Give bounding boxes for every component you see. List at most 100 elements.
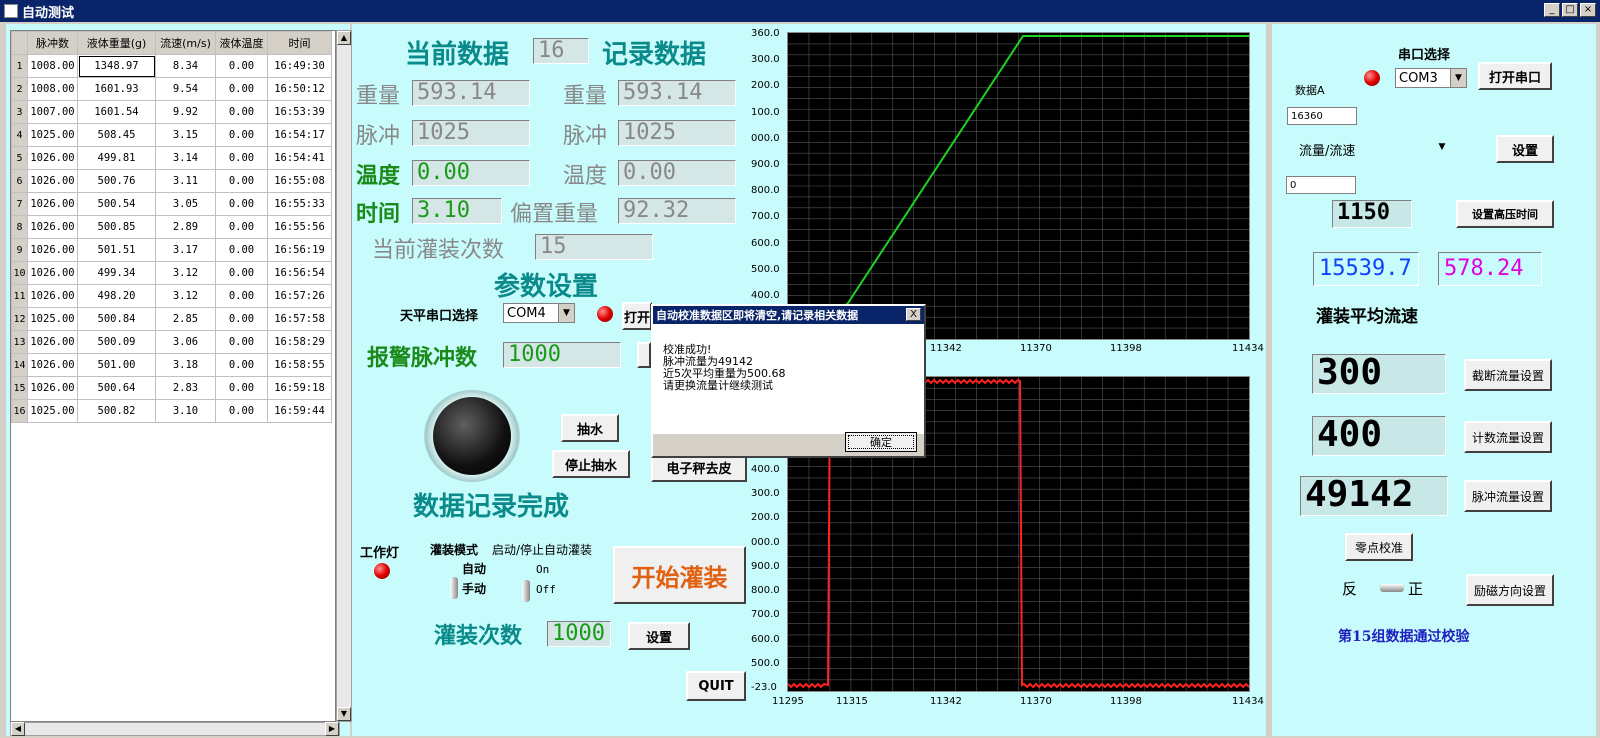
alarm-set-button[interactable] bbox=[637, 342, 651, 368]
table-cell[interactable]: 0.00 bbox=[215, 100, 268, 124]
dropdown-arrow-icon[interactable]: ▼ bbox=[558, 304, 574, 322]
table-row[interactable]: 8 1026.00 500.85 2.89 0.00 16:55:56 bbox=[11, 215, 332, 239]
table-cell[interactable]: 500.82 bbox=[77, 399, 156, 423]
scroll-right-icon[interactable]: ▶ bbox=[325, 722, 339, 736]
table-cell[interactable]: 500.64 bbox=[77, 376, 156, 400]
table-cell[interactable]: 16:54:17 bbox=[267, 123, 332, 147]
table-cell[interactable]: 0.00 bbox=[215, 169, 268, 193]
table-cell[interactable]: 0.00 bbox=[215, 353, 268, 377]
table-cell[interactable]: 3.12 bbox=[155, 261, 216, 285]
table-cell[interactable]: 1026.00 bbox=[27, 353, 78, 377]
column-header[interactable]: 液体温度 bbox=[215, 31, 268, 55]
table-cell[interactable]: 0.00 bbox=[215, 399, 268, 423]
table-cell[interactable]: 1026.00 bbox=[27, 330, 78, 354]
table-cell[interactable]: 2.89 bbox=[155, 215, 216, 239]
table-row[interactable]: 13 1026.00 500.09 3.06 0.00 16:58:29 bbox=[11, 330, 332, 354]
table-cell[interactable]: 500.76 bbox=[77, 169, 156, 193]
table-cell[interactable]: 0.00 bbox=[215, 192, 268, 216]
table-cell[interactable]: 500.54 bbox=[77, 192, 156, 216]
flow-mode-select[interactable]: 流量/流速 ▼ bbox=[1296, 138, 1450, 160]
table-cell[interactable]: 16:56:19 bbox=[267, 238, 332, 262]
table-cell[interactable]: 3.17 bbox=[155, 238, 216, 262]
open-serial-button[interactable]: 打开串口 bbox=[1478, 62, 1552, 90]
table-cell[interactable]: 16:50:12 bbox=[267, 77, 332, 101]
table-cell[interactable]: 0.00 bbox=[215, 238, 268, 262]
table-cell[interactable]: 1026.00 bbox=[27, 376, 78, 400]
scale-port-select[interactable]: COM4 ▼ bbox=[503, 303, 575, 323]
table-cell[interactable]: 16:58:55 bbox=[267, 353, 332, 377]
table-cell[interactable]: 16:55:33 bbox=[267, 192, 332, 216]
pulse-flow-button[interactable]: 脉冲流量设置 bbox=[1464, 480, 1552, 512]
table-cell[interactable]: 16:49:30 bbox=[267, 54, 332, 78]
table-cell[interactable]: 0.00 bbox=[215, 123, 268, 147]
column-header[interactable]: 流速(m/s) bbox=[155, 31, 216, 55]
table-cell[interactable]: 3.06 bbox=[155, 330, 216, 354]
table-cell[interactable]: 3.12 bbox=[155, 284, 216, 308]
cutoff-flow-button[interactable]: 截断流量设置 bbox=[1464, 359, 1552, 391]
scroll-up-icon[interactable]: ▲ bbox=[337, 31, 351, 45]
dropdown-arrow-icon[interactable]: ▼ bbox=[1434, 138, 1450, 160]
table-cell[interactable]: 8.34 bbox=[155, 54, 216, 78]
table-cell[interactable]: 1025.00 bbox=[27, 307, 78, 331]
minimize-button[interactable]: _ bbox=[1544, 3, 1560, 17]
table-cell[interactable]: 0.00 bbox=[215, 77, 268, 101]
table-row[interactable]: 7 1026.00 500.54 3.05 0.00 16:55:33 bbox=[11, 192, 332, 216]
scroll-down-icon[interactable]: ▼ bbox=[337, 707, 351, 721]
table-cell[interactable]: 501.51 bbox=[77, 238, 156, 262]
table-cell[interactable]: 2.83 bbox=[155, 376, 216, 400]
maximize-button[interactable]: □ bbox=[1562, 3, 1578, 17]
table-cell[interactable]: 500.09 bbox=[77, 330, 156, 354]
table-cell[interactable]: 0.00 bbox=[215, 146, 268, 170]
table-row[interactable]: 2 1008.00 1601.93 9.54 0.00 16:50:12 bbox=[11, 77, 332, 101]
table-cell[interactable]: 16:54:41 bbox=[267, 146, 332, 170]
table-cell[interactable]: 2.85 bbox=[155, 307, 216, 331]
table-cell[interactable]: 1026.00 bbox=[27, 284, 78, 308]
table-vertical-scrollbar[interactable]: ▲ ▼ bbox=[336, 30, 352, 722]
table-row[interactable]: 14 1026.00 501.00 3.18 0.00 16:58:55 bbox=[11, 353, 332, 377]
table-cell[interactable]: 1026.00 bbox=[27, 238, 78, 262]
table-cell[interactable]: 1026.00 bbox=[27, 146, 78, 170]
count-flow-button[interactable]: 计数流量设置 bbox=[1464, 421, 1552, 453]
table-cell[interactable]: 498.20 bbox=[77, 284, 156, 308]
dialog-close-button[interactable]: X bbox=[906, 308, 921, 321]
column-header[interactable]: 脉冲数 bbox=[27, 31, 78, 55]
table-cell[interactable]: 16:59:44 bbox=[267, 399, 332, 423]
table-cell[interactable]: 0.00 bbox=[215, 261, 268, 285]
column-header[interactable]: 液体重量(g) bbox=[77, 31, 156, 55]
table-cell[interactable]: 500.84 bbox=[77, 307, 156, 331]
auto-fill-toggle[interactable] bbox=[522, 580, 530, 602]
table-cell[interactable]: 0.00 bbox=[215, 284, 268, 308]
excitation-direction-button[interactable]: 励磁方向设置 bbox=[1466, 574, 1554, 606]
table-row[interactable]: 5 1026.00 499.81 3.14 0.00 16:54:41 bbox=[11, 146, 332, 170]
table-cell[interactable]: 500.85 bbox=[77, 215, 156, 239]
table-row[interactable]: 6 1026.00 500.76 3.11 0.00 16:55:08 bbox=[11, 169, 332, 193]
table-cell[interactable]: 16:57:26 bbox=[267, 284, 332, 308]
table-cell[interactable]: 0.00 bbox=[215, 215, 268, 239]
table-row[interactable]: 1 1008.00 1348.97 8.34 0.00 16:49:30 bbox=[11, 54, 332, 78]
table-cell[interactable]: 16:55:56 bbox=[267, 215, 332, 239]
table-cell[interactable]: 0.00 bbox=[215, 376, 268, 400]
data-a-input[interactable]: 16360 bbox=[1287, 107, 1357, 125]
scroll-left-icon[interactable]: ◀ bbox=[11, 722, 25, 736]
table-row[interactable]: 16 1025.00 500.82 3.10 0.00 16:59:44 bbox=[11, 399, 332, 423]
table-cell[interactable]: 16:56:54 bbox=[267, 261, 332, 285]
dropdown-arrow-icon[interactable]: ▼ bbox=[1450, 69, 1466, 87]
close-button[interactable]: × bbox=[1580, 3, 1596, 17]
table-horizontal-scrollbar[interactable]: ◀ ▶ bbox=[10, 722, 340, 736]
table-row[interactable]: 15 1026.00 500.64 2.83 0.00 16:59:18 bbox=[11, 376, 332, 400]
start-fill-button[interactable]: 开始灌装 bbox=[613, 546, 746, 604]
table-cell[interactable]: 501.00 bbox=[77, 353, 156, 377]
table-cell[interactable]: 1008.00 bbox=[27, 77, 78, 101]
table-cell[interactable]: 1007.00 bbox=[27, 100, 78, 124]
zero-calibrate-button[interactable]: 零点校准 bbox=[1345, 533, 1413, 561]
table-cell[interactable]: 1348.97 bbox=[77, 54, 156, 78]
table-cell[interactable]: 1025.00 bbox=[27, 123, 78, 147]
table-row[interactable]: 11 1026.00 498.20 3.12 0.00 16:57:26 bbox=[11, 284, 332, 308]
set-high-pressure-time-button[interactable]: 设置高压时间 bbox=[1456, 200, 1554, 228]
quit-button[interactable]: QUIT bbox=[686, 671, 746, 701]
table-cell[interactable]: 3.05 bbox=[155, 192, 216, 216]
table-cell[interactable]: 1026.00 bbox=[27, 169, 78, 193]
table-cell[interactable]: 508.45 bbox=[77, 123, 156, 147]
direction-toggle[interactable] bbox=[1380, 584, 1404, 592]
table-cell[interactable]: 9.54 bbox=[155, 77, 216, 101]
